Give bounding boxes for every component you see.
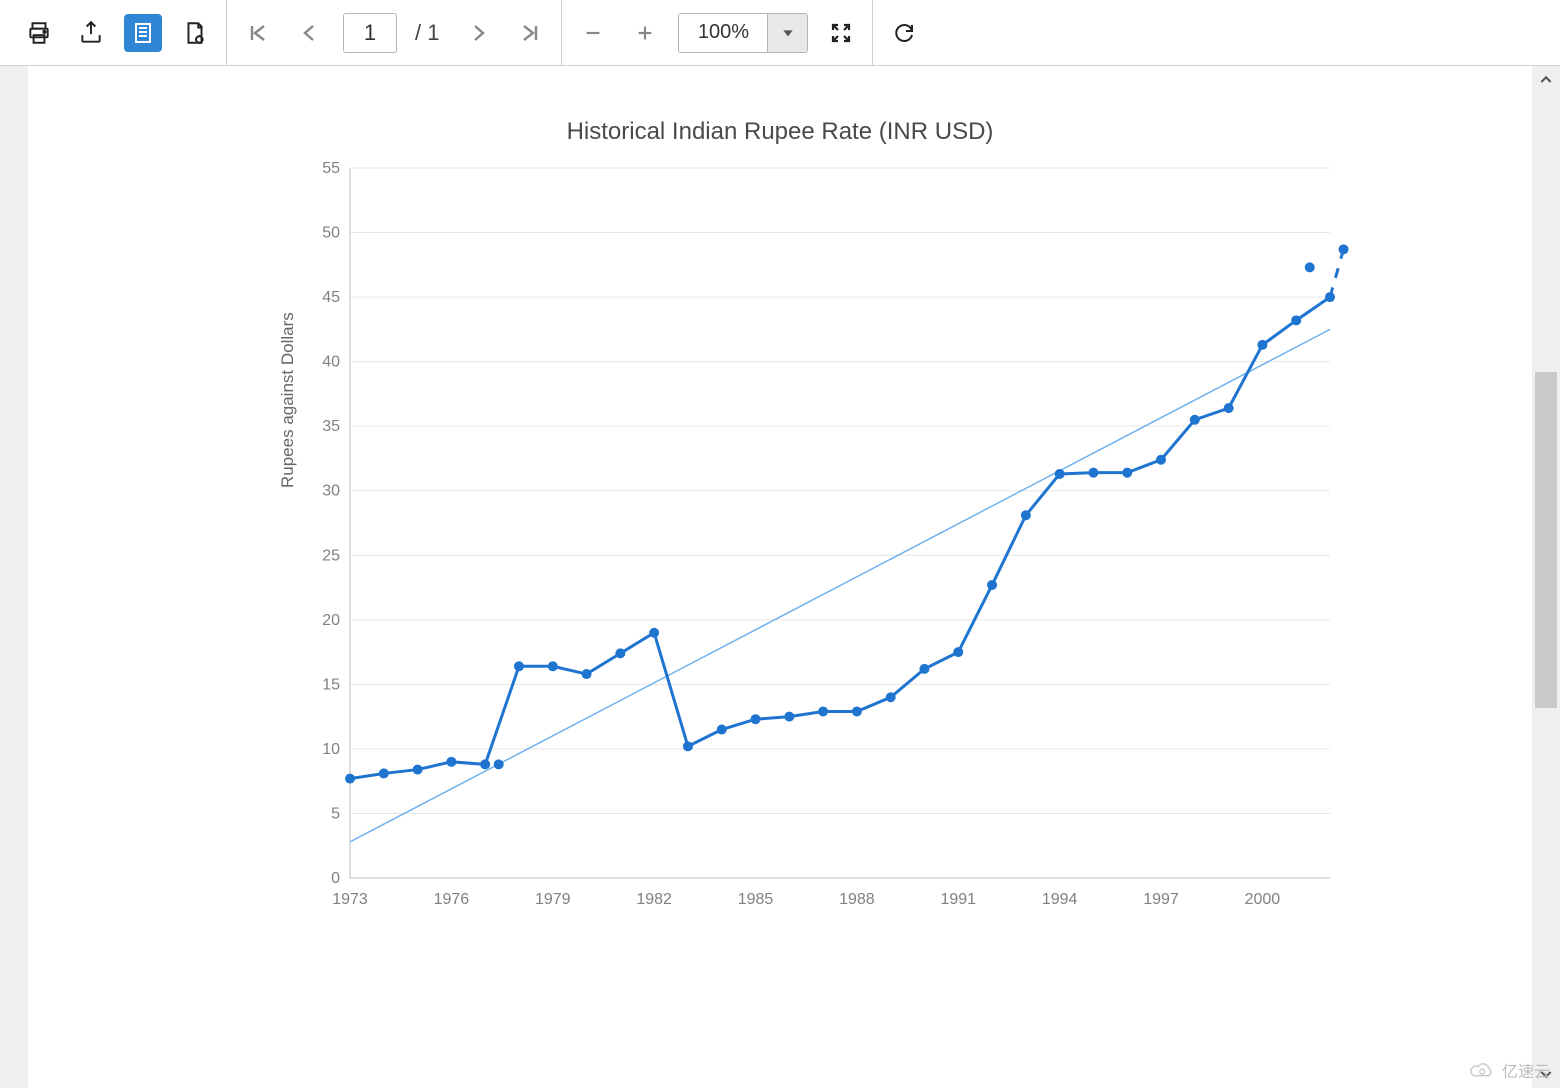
svg-text:1985: 1985 — [738, 891, 774, 908]
prev-page-button[interactable] — [291, 14, 329, 52]
left-gutter — [0, 66, 28, 1088]
next-page-button[interactable] — [459, 14, 497, 52]
svg-text:20: 20 — [322, 612, 340, 629]
svg-text:25: 25 — [322, 547, 340, 564]
page-total-label: / 1 — [411, 20, 445, 46]
refresh-icon — [892, 21, 916, 45]
svg-text:50: 50 — [322, 225, 340, 242]
svg-text:45: 45 — [322, 289, 340, 306]
refresh-button[interactable] — [885, 14, 923, 52]
page-number-input[interactable] — [343, 13, 397, 53]
cloud-icon — [1470, 1061, 1496, 1079]
scroll-thumb[interactable] — [1535, 372, 1557, 708]
svg-text:1988: 1988 — [839, 891, 875, 908]
svg-text:1997: 1997 — [1143, 891, 1179, 908]
print-icon — [26, 20, 52, 46]
page-layout-icon — [131, 21, 155, 45]
svg-text:1991: 1991 — [940, 891, 976, 908]
svg-text:1994: 1994 — [1042, 891, 1078, 908]
svg-text:40: 40 — [322, 354, 340, 371]
vertical-scrollbar[interactable] — [1532, 66, 1560, 1088]
svg-text:15: 15 — [322, 676, 340, 693]
watermark: 亿速云 — [1470, 1058, 1550, 1082]
first-page-button[interactable] — [239, 14, 277, 52]
print-button[interactable] — [20, 14, 58, 52]
svg-text:1982: 1982 — [636, 891, 672, 908]
last-page-icon — [518, 21, 542, 45]
caret-down-icon — [780, 25, 796, 41]
svg-text:5: 5 — [331, 805, 340, 822]
report-page: Historical Indian Rupee Rate (INR USD) R… — [170, 78, 1390, 998]
first-page-icon — [246, 21, 270, 45]
chevron-up-icon — [1538, 72, 1554, 88]
viewer: Historical Indian Rupee Rate (INR USD) R… — [0, 66, 1560, 1088]
line-chart: 0 5 10 15 20 25 30 35 40 45 50 55 1973 1976 1979 1982 19… — [270, 158, 1350, 938]
chevron-left-icon — [298, 21, 322, 45]
chart-title: Historical Indian Rupee Rate (INR USD) — [170, 118, 1390, 146]
svg-text:35: 35 — [322, 418, 340, 435]
svg-text:55: 55 — [322, 160, 340, 177]
zoom-out-button[interactable] — [574, 14, 612, 52]
last-page-button[interactable] — [511, 14, 549, 52]
svg-text:30: 30 — [322, 483, 340, 500]
minus-icon — [582, 22, 604, 44]
svg-text:1973: 1973 — [332, 891, 368, 908]
svg-text:1976: 1976 — [434, 891, 470, 908]
chevron-right-icon — [466, 21, 490, 45]
zoom-value: 100% — [679, 14, 767, 52]
svg-text:10: 10 — [322, 741, 340, 758]
export-icon — [78, 20, 104, 46]
page-layout-button[interactable] — [124, 14, 162, 52]
plus-icon — [634, 22, 656, 44]
toolbar: / 1 100% — [0, 0, 1560, 66]
fullscreen-button[interactable] — [822, 14, 860, 52]
watermark-text: 亿速云 — [1502, 1058, 1550, 1082]
page-setup-icon — [182, 20, 208, 46]
zoom-select[interactable]: 100% — [678, 13, 808, 53]
svg-text:0: 0 — [331, 870, 340, 887]
export-button[interactable] — [72, 14, 110, 52]
fullscreen-icon — [829, 21, 853, 45]
scroll-up-button[interactable] — [1532, 66, 1560, 94]
svg-text:2000: 2000 — [1245, 891, 1281, 908]
page-setup-button[interactable] — [176, 14, 214, 52]
zoom-dropdown-button[interactable] — [767, 14, 807, 52]
zoom-in-button[interactable] — [626, 14, 664, 52]
svg-text:1979: 1979 — [535, 891, 571, 908]
